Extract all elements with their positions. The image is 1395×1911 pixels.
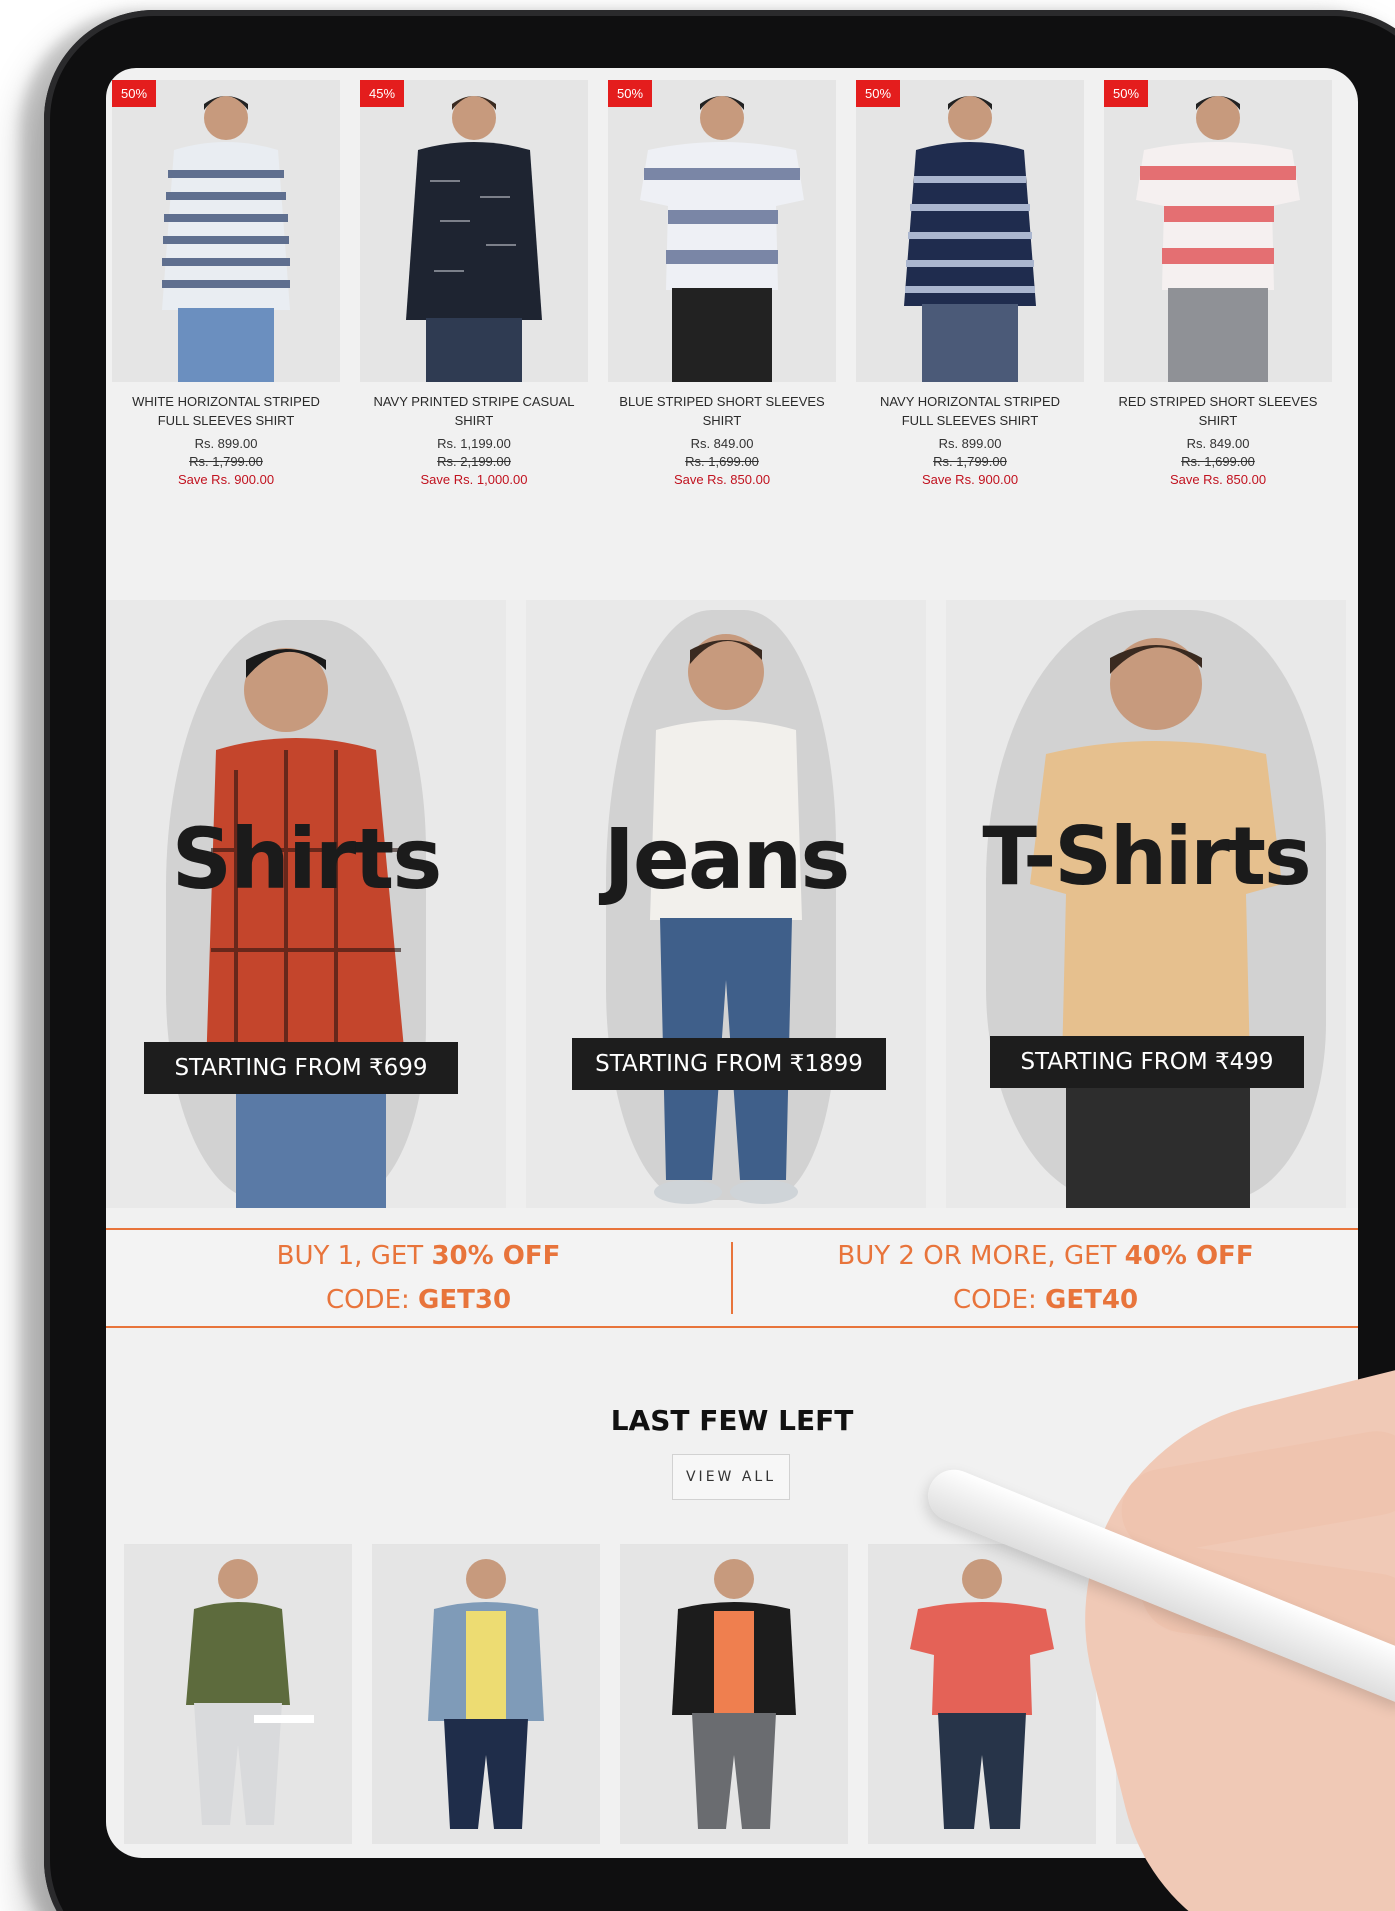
product-savings: Save Rs. 1,000.00 bbox=[420, 472, 528, 487]
discount-badge: 45% bbox=[360, 80, 405, 107]
product-card[interactable]: 50% NAVY HORIZONTAL STRIPED FULL SLEEVES… bbox=[856, 80, 1084, 487]
product-image[interactable] bbox=[372, 1544, 600, 1844]
product-card[interactable] bbox=[620, 1544, 848, 1844]
product-name[interactable]: RED STRIPED SHORT SLEEVES SHIRT bbox=[1111, 392, 1325, 430]
offer-get30: BUY 1, GET 30% OFF CODE: GET30 bbox=[106, 1234, 731, 1322]
category-title: Jeans bbox=[603, 810, 851, 908]
product-name[interactable]: NAVY HORIZONTAL STRIPED FULL SLEEVES SHI… bbox=[863, 392, 1077, 430]
product-card[interactable]: 50% WHITE HORIZONTAL STRIPED FULL SLEEVE… bbox=[112, 80, 340, 487]
product-price: Rs. 1,199.00 bbox=[437, 436, 511, 451]
category-cta-button[interactable]: STARTING FROM ₹499 bbox=[990, 1036, 1304, 1088]
product-image[interactable]: 45% bbox=[360, 80, 588, 382]
model-photo bbox=[372, 1545, 600, 1844]
offer-text: BUY 2 OR MORE, GET bbox=[837, 1241, 1125, 1271]
category-banners: Shirts STARTING FROM ₹699 Jeans STARTING… bbox=[106, 600, 1358, 1208]
model-photo bbox=[620, 1545, 848, 1844]
product-name[interactable]: BLUE STRIPED SHORT SLEEVES SHIRT bbox=[615, 392, 829, 430]
product-image[interactable]: 50% bbox=[112, 80, 340, 382]
product-name[interactable]: WHITE HORIZONTAL STRIPED FULL SLEEVES SH… bbox=[119, 392, 333, 430]
model-photo bbox=[206, 648, 406, 1208]
product-mrp: Rs. 2,199.00 bbox=[437, 454, 511, 469]
product-image[interactable] bbox=[124, 1544, 352, 1844]
product-price: Rs. 849.00 bbox=[1186, 436, 1250, 451]
category-title: Shirts bbox=[171, 810, 443, 908]
offer-code: GET40 bbox=[1045, 1285, 1139, 1315]
category-cta-button[interactable]: STARTING FROM ₹1899 bbox=[572, 1038, 886, 1090]
product-mrp: Rs. 1,699.00 bbox=[1181, 454, 1255, 469]
model-photo bbox=[1030, 638, 1282, 1208]
section-title: LAST FEW LEFT bbox=[610, 1404, 854, 1437]
offer-text: BUY 1, GET bbox=[276, 1241, 432, 1271]
product-card[interactable]: 50% BLUE STRIPED SHORT SLEEVES SHIRT Rs.… bbox=[608, 80, 836, 487]
product-savings: Save Rs. 850.00 bbox=[1169, 472, 1267, 487]
product-image[interactable]: 50% bbox=[608, 80, 836, 382]
offer-code: GET30 bbox=[418, 1285, 512, 1315]
discount-badge: 50% bbox=[608, 80, 653, 107]
category-title: T-Shirts bbox=[982, 810, 1311, 903]
model-photo bbox=[856, 80, 1084, 382]
offer-get40: BUY 2 OR MORE, GET 40% OFF CODE: GET40 bbox=[733, 1234, 1358, 1322]
product-mrp: Rs. 1,699.00 bbox=[685, 454, 759, 469]
product-mrp: Rs. 1,799.00 bbox=[189, 454, 263, 469]
product-mrp: Rs. 1,799.00 bbox=[933, 454, 1007, 469]
product-image[interactable] bbox=[620, 1544, 848, 1844]
offer-strip: BUY 1, GET 30% OFF CODE: GET30 BUY 2 OR … bbox=[106, 1228, 1358, 1328]
model-photo bbox=[360, 80, 588, 382]
discount-badge: 50% bbox=[112, 80, 157, 107]
offer-discount: 40% OFF bbox=[1124, 1241, 1254, 1271]
product-price: Rs. 899.00 bbox=[938, 436, 1002, 451]
offer-code-label: CODE: bbox=[952, 1285, 1046, 1315]
product-image[interactable]: 50% bbox=[1104, 80, 1332, 382]
discount-badge: 50% bbox=[1104, 80, 1149, 107]
product-row-top: 50% WHITE HORIZONTAL STRIPED FULL SLEEVE… bbox=[112, 80, 1358, 487]
discount-badge: 50% bbox=[856, 80, 901, 107]
model-photo bbox=[868, 1545, 1096, 1844]
model-photo bbox=[1104, 80, 1332, 382]
offer-discount: 30% OFF bbox=[431, 1241, 561, 1271]
product-card[interactable] bbox=[868, 1544, 1096, 1844]
product-card[interactable]: 45% NAVY PRINTED STRIPE CASUAL SHIRT Rs.… bbox=[360, 80, 588, 487]
product-card[interactable] bbox=[124, 1544, 352, 1844]
product-image[interactable]: 50% bbox=[856, 80, 1084, 382]
model-photo bbox=[112, 80, 340, 382]
model-photo bbox=[650, 634, 802, 1204]
model-photo bbox=[124, 1545, 352, 1844]
product-price: Rs. 849.00 bbox=[690, 436, 754, 451]
product-savings: Save Rs. 850.00 bbox=[673, 472, 771, 487]
offer-code-label: CODE: bbox=[325, 1285, 419, 1315]
view-all-button[interactable]: VIEW ALL bbox=[672, 1454, 790, 1500]
model-photo bbox=[608, 80, 836, 382]
product-card[interactable]: 50% RED STRIPED SHORT SLEEVES SHIRT Rs. … bbox=[1104, 80, 1332, 487]
category-cta-button[interactable]: STARTING FROM ₹699 bbox=[144, 1042, 458, 1094]
category-jeans[interactable]: Jeans STARTING FROM ₹1899 bbox=[526, 600, 926, 1208]
category-shirts[interactable]: Shirts STARTING FROM ₹699 bbox=[106, 600, 506, 1208]
product-name[interactable]: NAVY PRINTED STRIPE CASUAL SHIRT bbox=[367, 392, 581, 430]
product-image[interactable] bbox=[868, 1544, 1096, 1844]
product-price: Rs. 899.00 bbox=[194, 436, 258, 451]
product-card[interactable] bbox=[372, 1544, 600, 1844]
product-savings: Save Rs. 900.00 bbox=[177, 472, 275, 487]
category-tshirts[interactable]: T-Shirts STARTING FROM ₹499 bbox=[946, 600, 1346, 1208]
product-savings: Save Rs. 900.00 bbox=[921, 472, 1019, 487]
